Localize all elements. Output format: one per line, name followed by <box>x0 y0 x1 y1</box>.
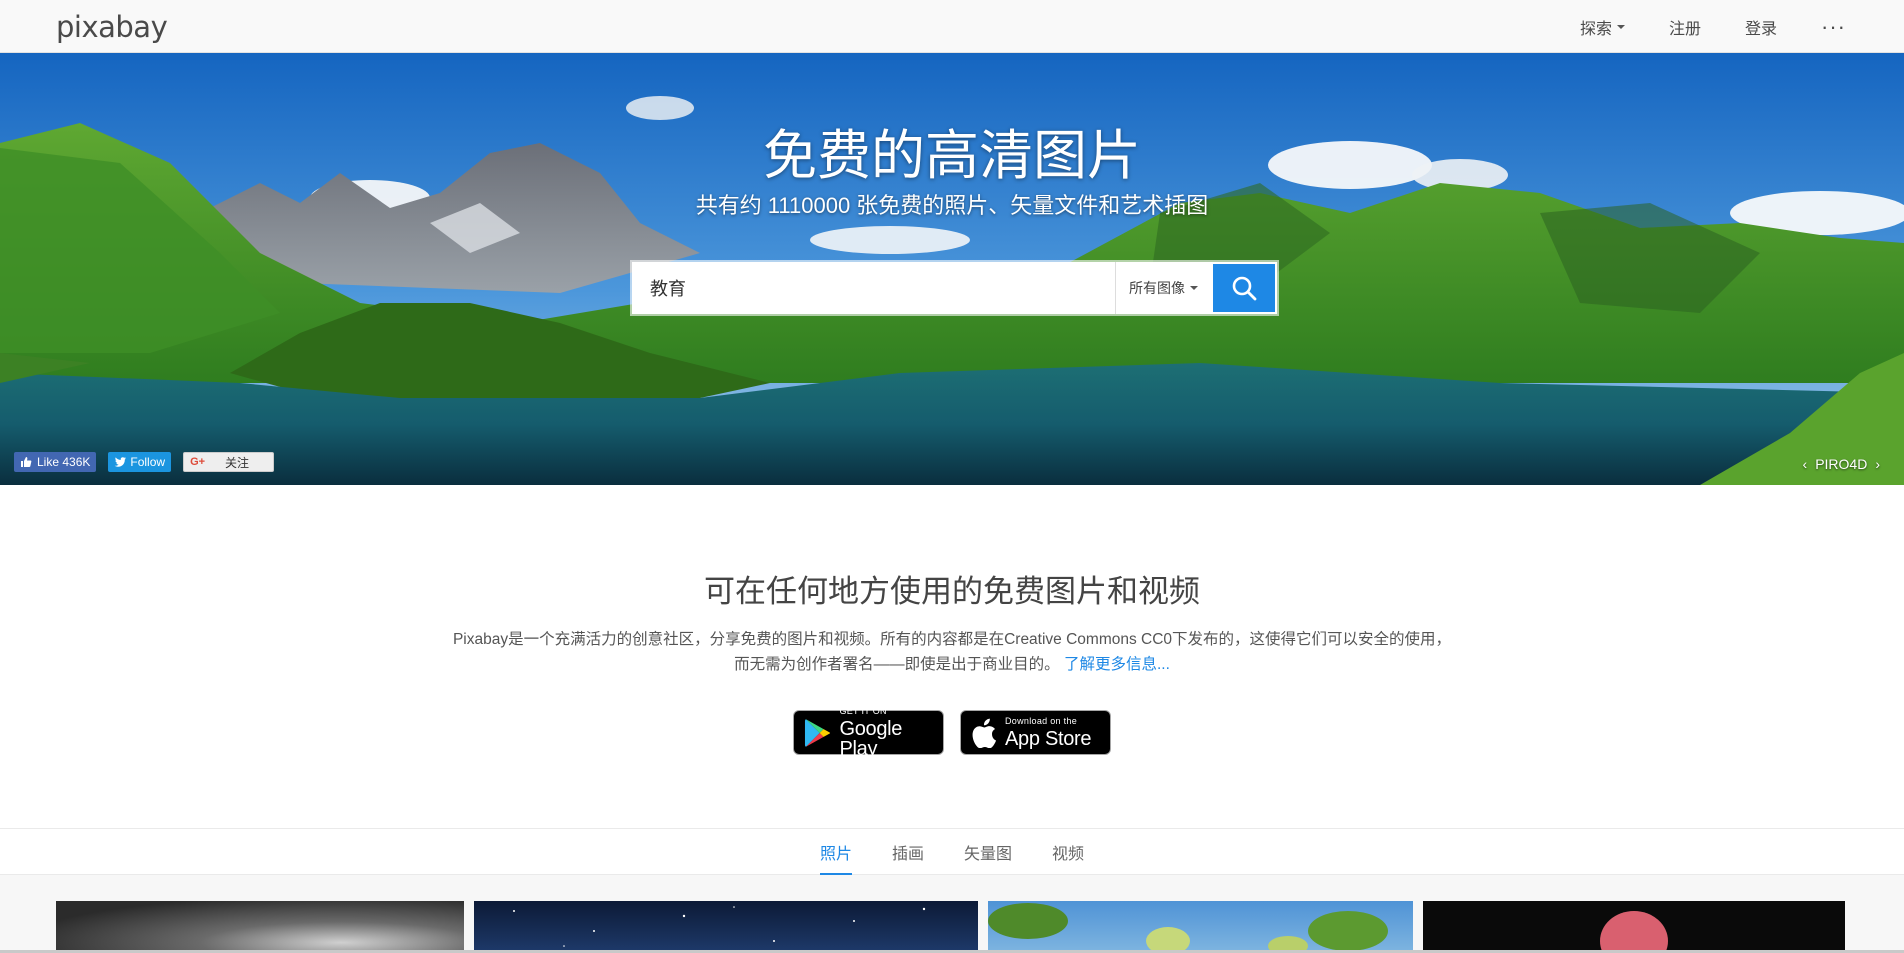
yarn-ball-image <box>1600 911 1668 953</box>
main-nav: 探索 注册 登录 ··· <box>1558 0 1846 53</box>
google-plus-icon: G+ <box>190 456 206 468</box>
hero-title: 免费的高清图片 <box>763 124 1141 187</box>
chevron-down-icon <box>1616 24 1625 29</box>
image-gallery <box>0 875 1904 953</box>
tab-photos[interactable]: 照片 <box>800 829 872 875</box>
photo-credit: ‹ PIRO4D › <box>1803 456 1880 472</box>
learn-more-link[interactable]: 了解更多信息... <box>1064 656 1170 673</box>
app-store-badges: GET IT ON Google Play Download on the Ap… <box>793 705 1111 759</box>
previous-photo-icon[interactable]: ‹ <box>1803 456 1808 472</box>
google-play-badge[interactable]: GET IT ON Google Play <box>793 705 944 759</box>
tab-illustrations[interactable]: 插画 <box>872 829 944 875</box>
gallery-thumbnail[interactable] <box>988 901 1413 953</box>
google-play-icon <box>804 718 831 747</box>
apple-icon <box>972 718 996 748</box>
google-play-big-text: Google Play <box>839 717 903 760</box>
intro-title: 可在任何地方使用的免费图片和视频 <box>704 574 1200 610</box>
intro-description: Pixabay是一个充满活力的创意社区，分享免费的图片和视频。所有的内容都是在C… <box>448 627 1456 677</box>
gallery-thumbnail[interactable] <box>56 901 464 953</box>
google-follow-label: 关注 <box>225 455 250 470</box>
gallery-thumbnail[interactable] <box>474 901 978 953</box>
social-buttons: Like 436K Follow G+ 关注 <box>14 452 275 472</box>
search-bar: 所有图像 <box>632 262 1277 314</box>
nav-login-label: 登录 <box>1745 20 1778 38</box>
chevron-down-icon <box>1190 286 1198 290</box>
more-menu-icon[interactable]: ··· <box>1799 14 1846 40</box>
media-type-tabs: 照片 插画 矢量图 视频 <box>0 828 1904 875</box>
search-type-dropdown[interactable]: 所有图像 <box>1115 262 1211 314</box>
grapes-image <box>988 903 1388 953</box>
tab-vectors[interactable]: 矢量图 <box>944 829 1032 875</box>
google-play-small-text: GET IT ON <box>839 705 887 716</box>
top-navigation-bar: pixabay 探索 注册 登录 ··· <box>0 0 1904 53</box>
app-store-small-text: Download on the <box>1005 715 1078 726</box>
next-photo-icon[interactable]: › <box>1875 456 1880 472</box>
hero-banner: 免费的高清图片 共有约 1110000 张免费的照片、矢量文件和艺术插图 所有图… <box>0 53 1904 485</box>
app-store-badge[interactable]: Download on the App Store <box>960 710 1111 755</box>
nav-register[interactable]: 注册 <box>1647 15 1723 39</box>
photo-credit-author[interactable]: PIRO4D <box>1815 456 1867 472</box>
hero-subtitle: 共有约 1110000 张免费的照片、矢量文件和艺术插图 <box>695 193 1209 218</box>
facebook-like-button[interactable]: Like 436K <box>14 452 97 472</box>
nav-explore[interactable]: 探索 <box>1558 15 1647 39</box>
nav-login[interactable]: 登录 <box>1723 15 1799 39</box>
google-plus-follow-button[interactable]: G+ 关注 <box>183 452 275 472</box>
intro-description-text: Pixabay是一个充满活力的创意社区，分享免费的图片和视频。所有的内容都是在C… <box>452 631 1452 673</box>
thumbs-up-icon <box>21 457 32 467</box>
search-icon <box>1232 276 1257 301</box>
search-input[interactable] <box>632 262 1115 314</box>
search-type-label: 所有图像 <box>1129 280 1185 296</box>
pixabay-logo[interactable]: pixabay <box>56 10 168 44</box>
facebook-like-label: Like 436K <box>37 455 91 469</box>
starry-sky-image <box>513 906 926 947</box>
nav-register-label: 注册 <box>1668 20 1701 38</box>
nav-explore-label: 探索 <box>1579 20 1612 38</box>
app-store-big-text: App Store <box>1005 727 1092 750</box>
tab-videos[interactable]: 视频 <box>1032 829 1104 875</box>
twitter-follow-button[interactable]: Follow <box>108 452 172 472</box>
gallery-thumbnail[interactable] <box>1423 901 1845 953</box>
twitter-bird-icon <box>115 457 127 467</box>
twitter-follow-label: Follow <box>130 455 166 469</box>
search-button[interactable] <box>1213 264 1275 312</box>
